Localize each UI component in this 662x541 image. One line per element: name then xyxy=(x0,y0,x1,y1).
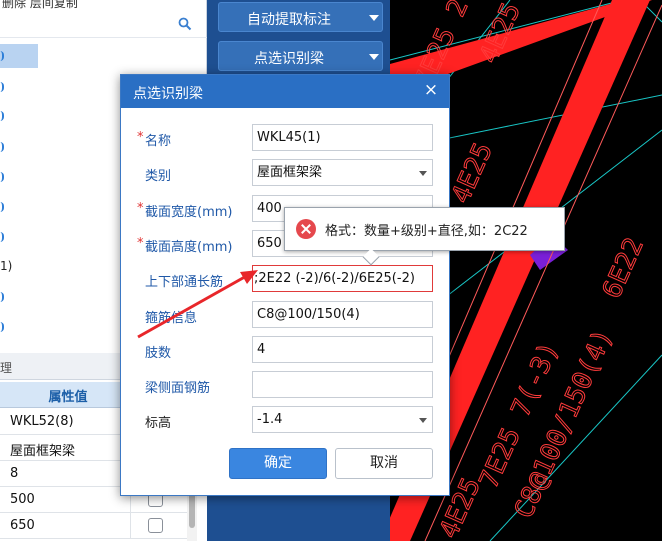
dropdown-arrow-icon[interactable] xyxy=(419,171,427,176)
property-value[interactable]: 8 xyxy=(10,466,18,481)
dialog-title: 点选识别梁 xyxy=(133,86,203,102)
field-side-rebar: 梁侧面钢筋 xyxy=(121,371,449,399)
tree-item-label[interactable]: 1) xyxy=(0,259,12,273)
field-label: 截面宽度(mm) xyxy=(145,205,233,220)
select-value: 屋面框架梁 xyxy=(257,165,323,180)
tree-node-icon xyxy=(0,172,4,182)
property-checkbox[interactable] xyxy=(148,518,163,533)
field-label: 名称 xyxy=(145,134,172,149)
field-label: 截面高度(mm) xyxy=(145,240,233,255)
field-name: * 名称 WKL45(1) xyxy=(121,124,449,152)
tree-search-row[interactable] xyxy=(0,12,207,38)
field-legs: 肢数 4 xyxy=(121,336,449,364)
property-tab[interactable]: 理 xyxy=(0,359,12,376)
field-label: 梁侧面钢筋 xyxy=(145,381,211,396)
elevation-select[interactable]: -1.4 xyxy=(252,406,433,433)
tooltip-message: 格式：数量+级别+直径,如：2C22 xyxy=(325,224,528,239)
identify-beam-dialog: 点选识别梁 × * 名称 WKL45(1) 类别 屋面框架梁 * 截面宽度(mm… xyxy=(120,74,450,496)
property-value[interactable]: 650 xyxy=(10,518,35,533)
auto-extract-labels-button[interactable]: 自动提取标注 xyxy=(218,2,383,32)
ok-button[interactable]: 确定 xyxy=(229,448,327,479)
pick-identify-beam-button[interactable]: 点选识别梁 xyxy=(218,41,383,71)
field-label: 箍筋信息 xyxy=(145,311,198,326)
dropdown-arrow-icon[interactable] xyxy=(419,418,427,423)
required-marker: * xyxy=(137,236,144,251)
cell-divider xyxy=(130,513,131,539)
column-header-value: 属性值 xyxy=(48,390,88,405)
field-elevation: 标高 -1.4 xyxy=(121,406,449,434)
tree-node-icon xyxy=(0,322,4,332)
stirrup-input[interactable]: C8@100/150(4) xyxy=(252,301,433,328)
button-label: 点选识别梁 xyxy=(254,51,324,67)
cancel-button[interactable]: 取消 xyxy=(335,448,433,479)
tree-node-icon xyxy=(0,232,4,242)
select-value: -1.4 xyxy=(257,412,283,427)
chevron-down-icon[interactable] xyxy=(369,15,379,21)
tree-node-icon xyxy=(0,111,4,121)
field-category: 类别 屋面框架梁 xyxy=(121,159,449,187)
tree-node-icon xyxy=(0,292,4,302)
toolbar-text[interactable]: 删除 层间复制 xyxy=(2,0,78,11)
side-rebar-input[interactable] xyxy=(252,371,433,398)
close-icon[interactable]: × xyxy=(422,81,440,99)
tree-node-icon xyxy=(0,82,4,92)
name-input[interactable]: WKL45(1) xyxy=(252,124,433,151)
error-icon xyxy=(296,219,316,239)
button-label: 自动提取标注 xyxy=(247,12,331,28)
field-stirrup: 箍筋信息 C8@100/150(4) xyxy=(121,301,449,329)
field-label: 类别 xyxy=(145,169,172,184)
property-value[interactable]: WKL52(8) xyxy=(10,414,74,429)
field-label: 标高 xyxy=(145,416,172,431)
field-longitudinal-rebar: 上下部通长筋 ;2E22 (-2)/6(-2)/6E25(-2) xyxy=(121,265,449,293)
required-marker: * xyxy=(137,201,144,216)
property-value[interactable]: 屋面框架梁 xyxy=(10,440,75,459)
tree-node-icon xyxy=(0,142,4,152)
legs-input[interactable]: 4 xyxy=(252,336,433,363)
field-label: 肢数 xyxy=(145,346,172,361)
tree-node-icon xyxy=(0,202,4,212)
table-row[interactable]: 650 xyxy=(0,513,187,539)
tree-toolbar: 删除 层间复制 xyxy=(0,0,207,11)
dialog-titlebar[interactable]: 点选识别梁 × xyxy=(121,75,449,108)
validation-tooltip: 格式：数量+级别+直径,如：2C22 xyxy=(284,207,565,266)
tree-item-selected[interactable] xyxy=(0,44,38,68)
rebar-annotation: 6E22 xyxy=(597,233,650,302)
required-marker: * xyxy=(137,130,144,145)
chevron-down-icon[interactable] xyxy=(369,54,379,60)
search-icon[interactable] xyxy=(178,17,192,31)
longitudinal-rebar-input[interactable]: ;2E22 (-2)/6(-2)/6E25(-2) xyxy=(252,265,433,292)
property-value[interactable]: 500 xyxy=(10,492,35,507)
field-label: 上下部通长筋 xyxy=(145,275,224,290)
rebar-annotation: 4E25 xyxy=(446,138,499,207)
category-select[interactable]: 屋面框架梁 xyxy=(252,159,433,186)
